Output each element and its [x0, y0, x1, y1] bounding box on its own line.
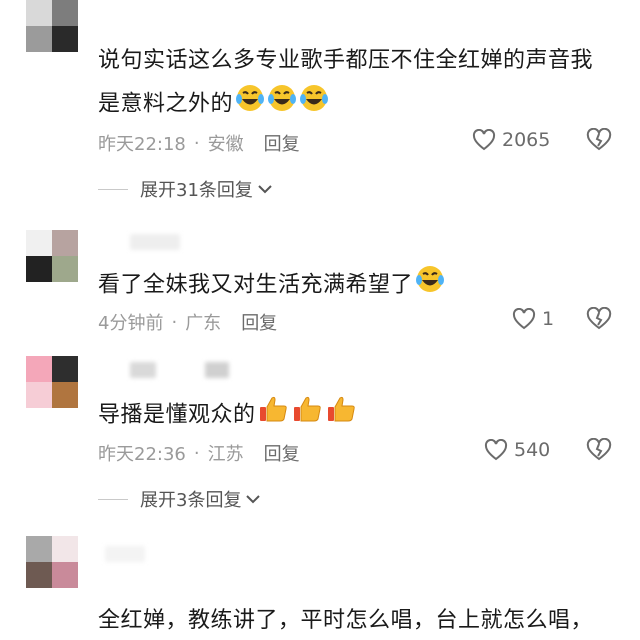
comment-meta: 昨天22:18 · 安徽 回复	[98, 130, 300, 156]
comment-text: 导播是懂观众的	[98, 394, 358, 437]
reply-button[interactable]: 回复	[264, 440, 300, 466]
username-blurred[interactable]	[130, 362, 156, 378]
chevron-down-icon	[258, 185, 272, 194]
comment-time: 4分钟前	[98, 313, 164, 334]
dislike-button[interactable]	[586, 437, 612, 466]
heart-icon	[484, 439, 508, 461]
broken-heart-icon	[586, 306, 612, 330]
comment-text-line: 看了全妹我又对生活充满希望了	[98, 272, 414, 298]
laugh-cry-emoji	[299, 83, 329, 126]
comment-time: 昨天22:36	[98, 444, 186, 465]
chevron-down-icon	[246, 495, 261, 504]
expand-replies-label: 展开31条回复	[140, 180, 253, 201]
thumbs-up-emoji	[258, 394, 290, 437]
like-count: 1	[542, 308, 555, 330]
username-blurred[interactable]	[130, 234, 180, 250]
separator-dot: ·	[193, 132, 200, 154]
like-button[interactable]: 1	[512, 308, 554, 330]
username-blurred[interactable]	[205, 362, 229, 378]
dislike-button[interactable]	[586, 306, 612, 335]
comment-location: 广东	[185, 313, 222, 334]
comment-meta: 4分钟前 · 广东 回复	[98, 309, 277, 335]
broken-heart-icon	[586, 127, 612, 151]
comment-meta: 昨天22:36 · 江苏 回复	[98, 440, 300, 466]
comment-text: 看了全妹我又对生活充满希望了	[98, 264, 445, 307]
dislike-button[interactable]	[586, 127, 612, 156]
divider-line	[98, 498, 128, 500]
avatar[interactable]	[26, 356, 78, 408]
comment-text-line: 导播是懂观众的	[98, 402, 256, 428]
heart-icon	[472, 129, 496, 151]
avatar[interactable]	[26, 0, 78, 52]
like-count: 2065	[502, 129, 551, 151]
comment-text: 全红婵，教练讲了，平时怎么唱，台上就怎么唱，	[98, 608, 594, 633]
broken-heart-icon	[586, 437, 612, 461]
avatar[interactable]	[26, 230, 78, 282]
heart-icon	[512, 308, 536, 330]
thumbs-up-emoji	[292, 394, 324, 437]
divider-line	[98, 188, 128, 190]
like-count: 540	[514, 439, 551, 461]
expand-replies-button[interactable]: 展开31条回复	[98, 176, 273, 202]
laugh-cry-emoji	[415, 264, 445, 307]
separator-dot: ·	[193, 442, 200, 464]
reply-button[interactable]: 回复	[264, 130, 300, 156]
comment-location: 安徽	[207, 134, 244, 155]
avatar[interactable]	[26, 536, 78, 588]
separator-dot: ·	[171, 311, 178, 333]
username-blurred[interactable]	[105, 546, 145, 562]
comment-text: 说句实话这么多专业歌手都压不住全红婵的声音我	[98, 48, 594, 73]
expand-replies-label: 展开3条回复	[140, 490, 242, 511]
expand-replies-button[interactable]: 展开3条回复	[98, 486, 261, 512]
laugh-cry-emoji	[267, 83, 297, 126]
comment-text-line: 是意料之外的	[98, 91, 234, 117]
laugh-cry-emoji	[235, 83, 265, 126]
thumbs-up-emoji	[326, 394, 358, 437]
comment-text: 是意料之外的	[98, 83, 329, 126]
reply-button[interactable]: 回复	[241, 309, 277, 335]
comment-time: 昨天22:18	[98, 134, 186, 155]
like-button[interactable]: 2065	[472, 129, 550, 151]
like-button[interactable]: 540	[484, 439, 550, 461]
comment-location: 江苏	[207, 444, 244, 465]
